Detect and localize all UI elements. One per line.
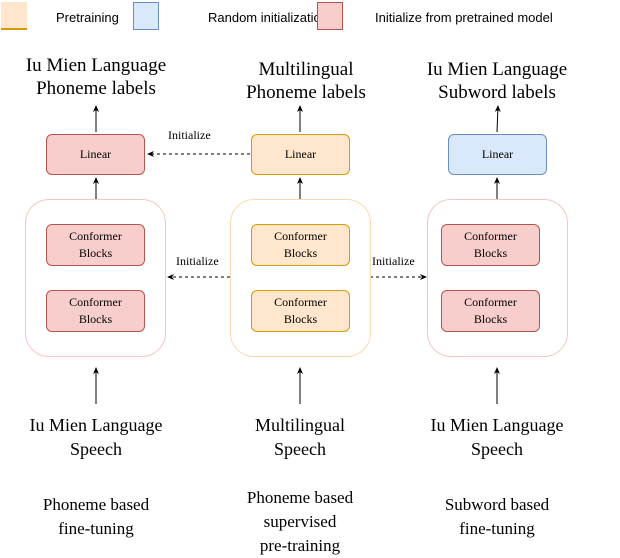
output-label-col1: Iu Mien Language Phoneme labels <box>25 55 167 99</box>
input-label-col3: Iu Mien Language Speech <box>430 415 564 459</box>
conformer-block-col3-bottom: Conformer Blocks <box>441 290 540 332</box>
output-label-col2: Multilingual Phoneme labels <box>246 59 366 103</box>
linear-layer-col2: Linear <box>251 134 350 175</box>
input-label-col2: Multilingual Speech <box>255 415 345 459</box>
output-label-col3: Iu Mien Language Subword labels <box>426 59 568 103</box>
stage-label-col1: Phoneme based fine-tuning <box>42 495 150 538</box>
encoder-container-col3 <box>427 199 568 357</box>
conformer-block-col1-bottom: Conformer Blocks <box>46 290 145 332</box>
linear-layer-col3: Linear <box>448 134 547 175</box>
linear-layer-col1: Linear <box>46 134 145 175</box>
init-label-encoder-right: Initialize <box>372 254 415 268</box>
stage-label-col3: Subword based fine-tuning <box>444 495 550 538</box>
input-label-col1: Iu Mien Language Speech <box>29 415 163 459</box>
conformer-block-col2-top: Conformer Blocks <box>251 224 350 266</box>
init-label-encoder-left: Initialize <box>176 254 219 268</box>
init-label-linear: Initialize <box>168 128 211 142</box>
conformer-block-col1-top: Conformer Blocks <box>46 224 145 266</box>
encoder-container-col2 <box>230 199 371 357</box>
conformer-block-col3-top: Conformer Blocks <box>441 224 540 266</box>
encoder-container-col1 <box>25 199 166 357</box>
stage-label-col2: Phoneme based supervised pre-training <box>246 488 354 555</box>
arrow-linear-to-output-3 <box>494 105 501 133</box>
conformer-block-col2-bottom: Conformer Blocks <box>251 290 350 332</box>
